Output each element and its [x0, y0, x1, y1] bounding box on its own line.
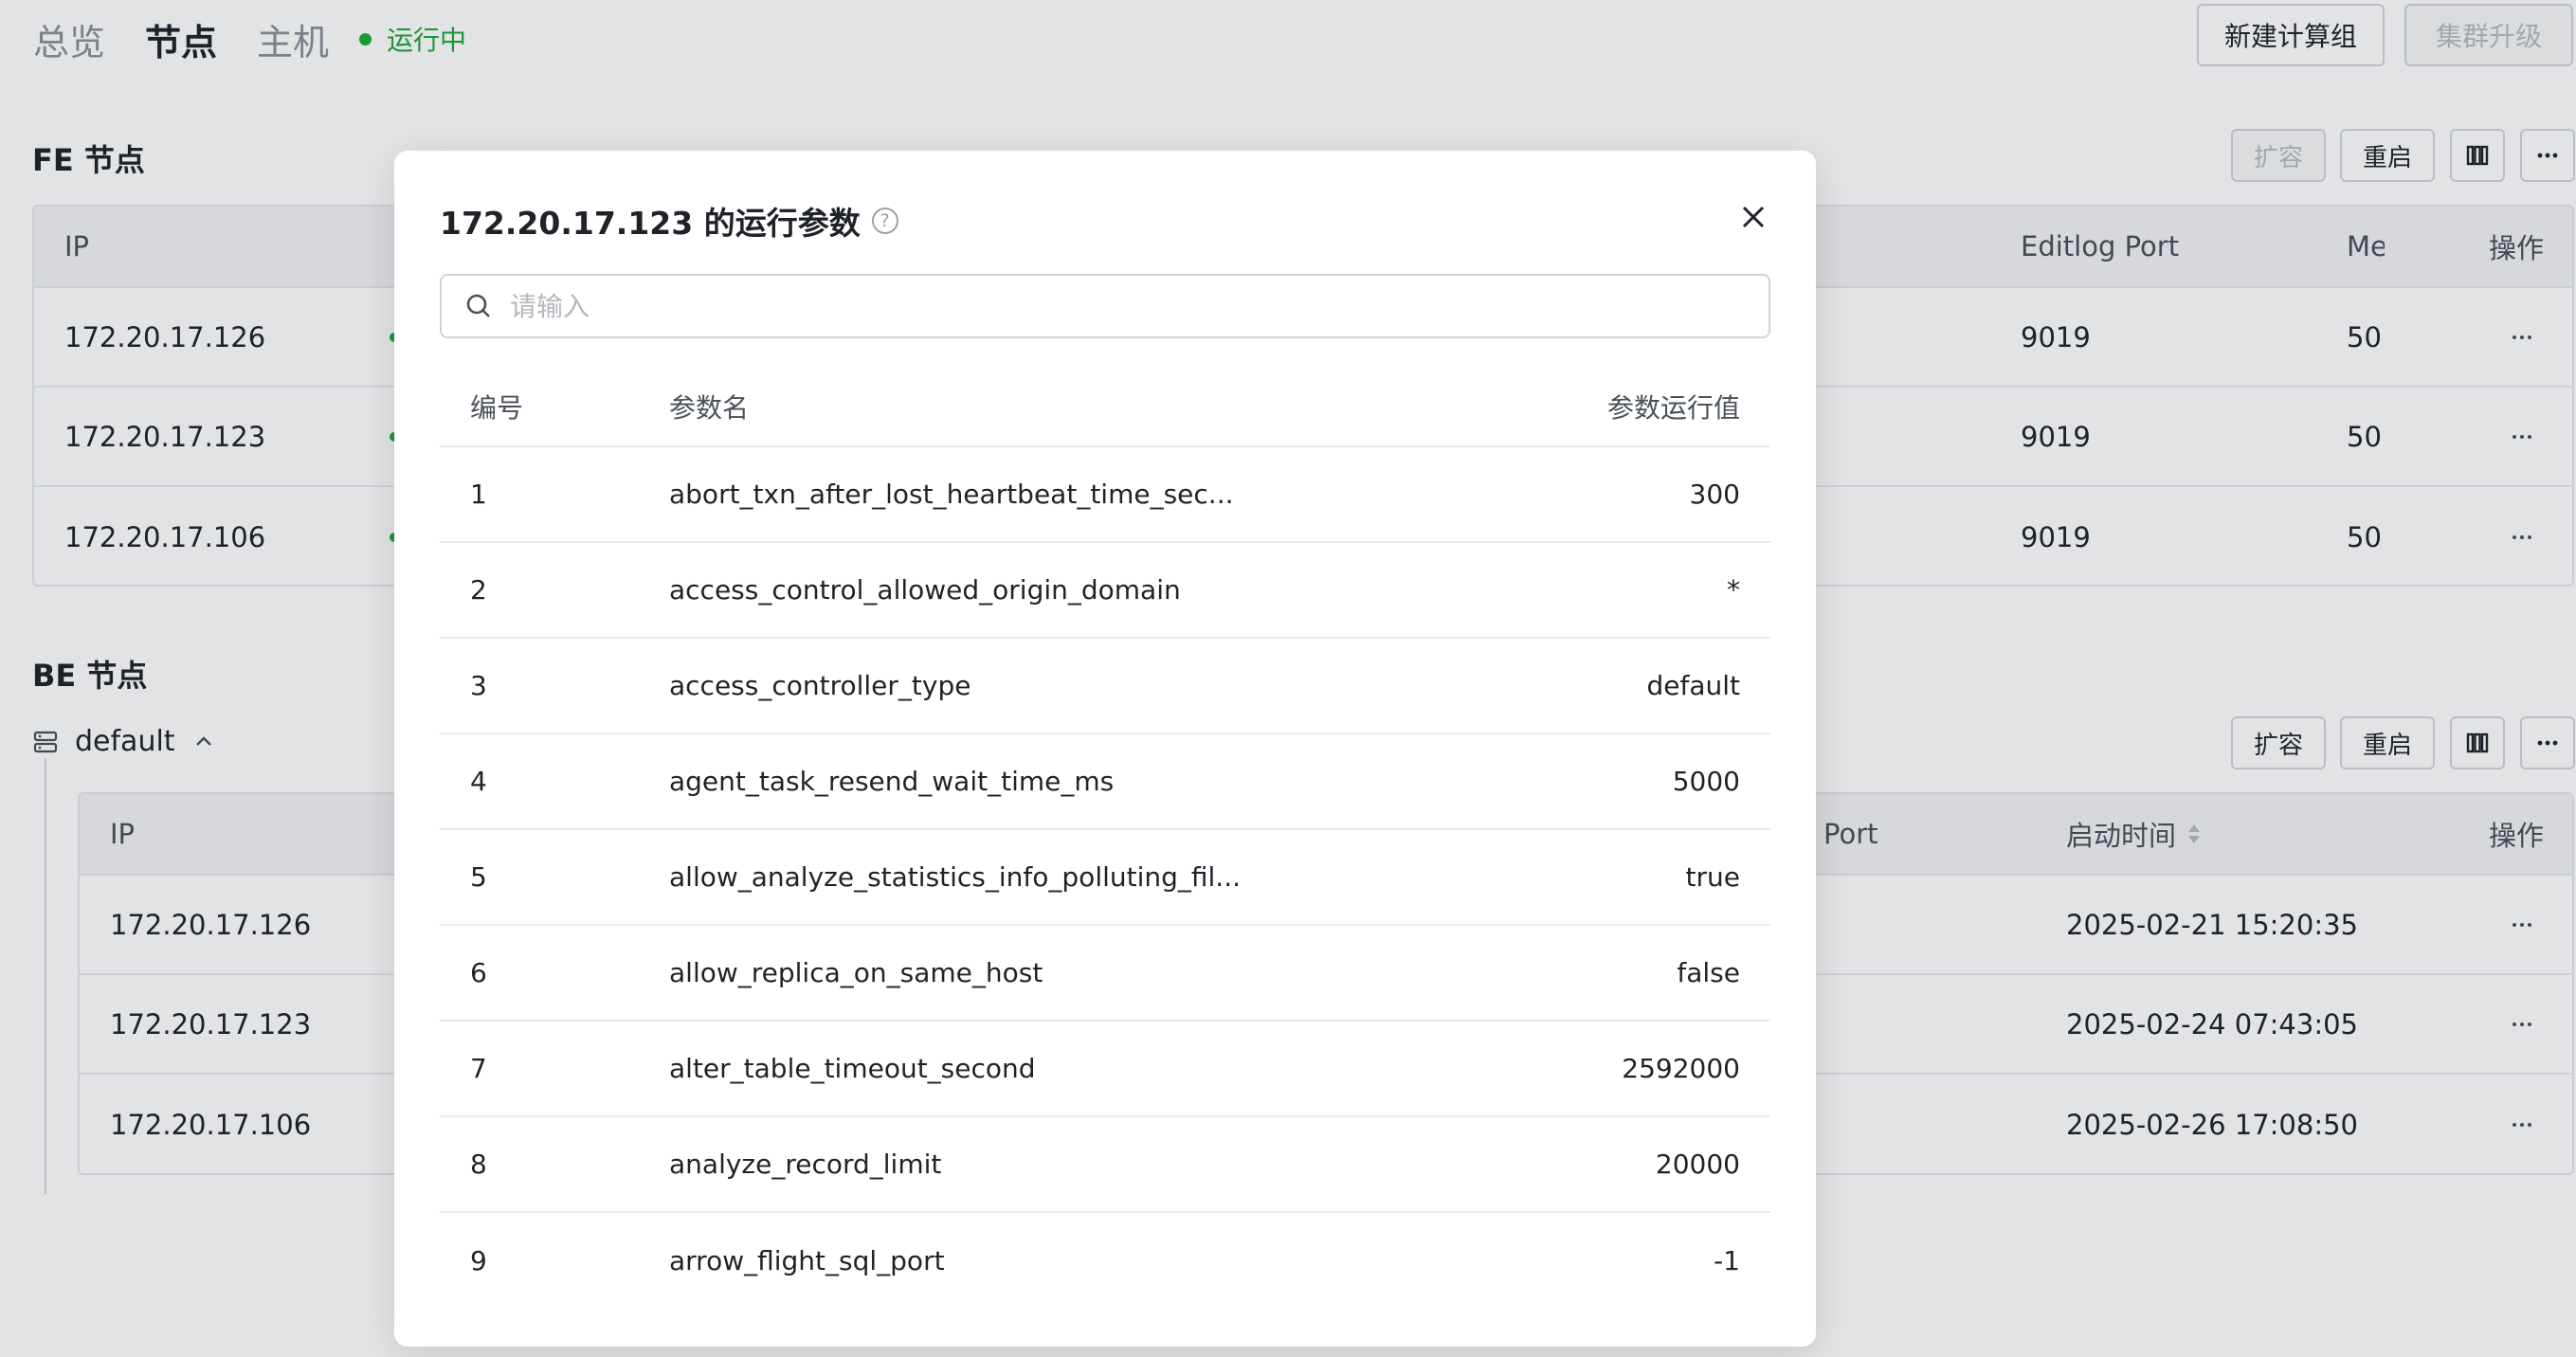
table-row: 5 allow_analyze_statistics_info_pollutin… — [440, 830, 1770, 926]
param-name: allow_replica_on_same_host — [669, 957, 1043, 988]
close-button[interactable] — [1732, 196, 1774, 238]
modal-title: 172.20.17.123 的运行参数 ? — [440, 198, 898, 244]
param-name: agent_task_resend_wait_time_ms — [669, 766, 1115, 797]
runtime-params-modal: 172.20.17.123 的运行参数 ? 编号 参数名 参数运行值 1 abo… — [394, 151, 1816, 1347]
search-icon — [466, 294, 490, 317]
param-number: 4 — [470, 766, 487, 797]
table-row: 7 alter_table_timeout_second 2592000 — [440, 1022, 1770, 1117]
params-table: 编号 参数名 参数运行值 1 abort_txn_after_lost_hear… — [440, 367, 1770, 1309]
param-number: 8 — [470, 1149, 487, 1180]
modal-title-text: 172.20.17.123 的运行参数 — [440, 205, 861, 242]
param-value: 5000 — [1672, 766, 1740, 797]
params-table-header: 编号 参数名 参数运行值 — [440, 367, 1770, 447]
table-row: 8 analyze_record_limit 20000 — [440, 1117, 1770, 1213]
param-value: 20000 — [1655, 1149, 1740, 1180]
param-name: alter_table_timeout_second — [669, 1053, 1036, 1084]
param-number: 1 — [470, 479, 487, 510]
param-value: 2592000 — [1622, 1053, 1740, 1084]
param-number: 6 — [470, 957, 487, 988]
param-number: 2 — [470, 574, 487, 606]
param-number: 5 — [470, 861, 487, 893]
table-row: 9 arrow_flight_sql_port -1 — [440, 1213, 1770, 1309]
param-name: abort_txn_after_lost_heartbeat_time_sec.… — [669, 479, 1234, 510]
param-value: false — [1677, 957, 1740, 988]
col-number: 编号 — [470, 391, 524, 424]
table-row: 1 abort_txn_after_lost_heartbeat_time_se… — [440, 447, 1770, 543]
help-circle-icon[interactable]: ? — [871, 208, 898, 234]
col-param-value: 参数运行值 — [1606, 391, 1740, 424]
table-row: 6 allow_replica_on_same_host false — [440, 926, 1770, 1022]
param-name: access_control_allowed_origin_domain — [669, 574, 1181, 606]
param-search[interactable] — [440, 274, 1770, 338]
table-row: 2 access_control_allowed_origin_domain * — [440, 543, 1770, 639]
param-value: -1 — [1714, 1245, 1740, 1276]
close-icon — [1742, 206, 1765, 228]
param-value: true — [1685, 861, 1740, 893]
table-row: 4 agent_task_resend_wait_time_ms 5000 — [440, 734, 1770, 830]
search-input[interactable] — [510, 290, 1742, 322]
col-param-name: 参数名 — [669, 391, 750, 424]
table-row: 3 access_controller_type default — [440, 639, 1770, 734]
param-value: * — [1727, 574, 1740, 606]
param-value: default — [1646, 670, 1740, 701]
param-number: 7 — [470, 1053, 487, 1084]
param-number: 9 — [470, 1245, 487, 1276]
param-name: access_controller_type — [669, 670, 971, 701]
param-number: 3 — [470, 670, 487, 701]
param-name: allow_analyze_statistics_info_polluting_… — [669, 861, 1238, 893]
param-value: 300 — [1689, 479, 1740, 510]
param-name: arrow_flight_sql_port — [669, 1245, 945, 1276]
param-name: analyze_record_limit — [669, 1149, 942, 1180]
